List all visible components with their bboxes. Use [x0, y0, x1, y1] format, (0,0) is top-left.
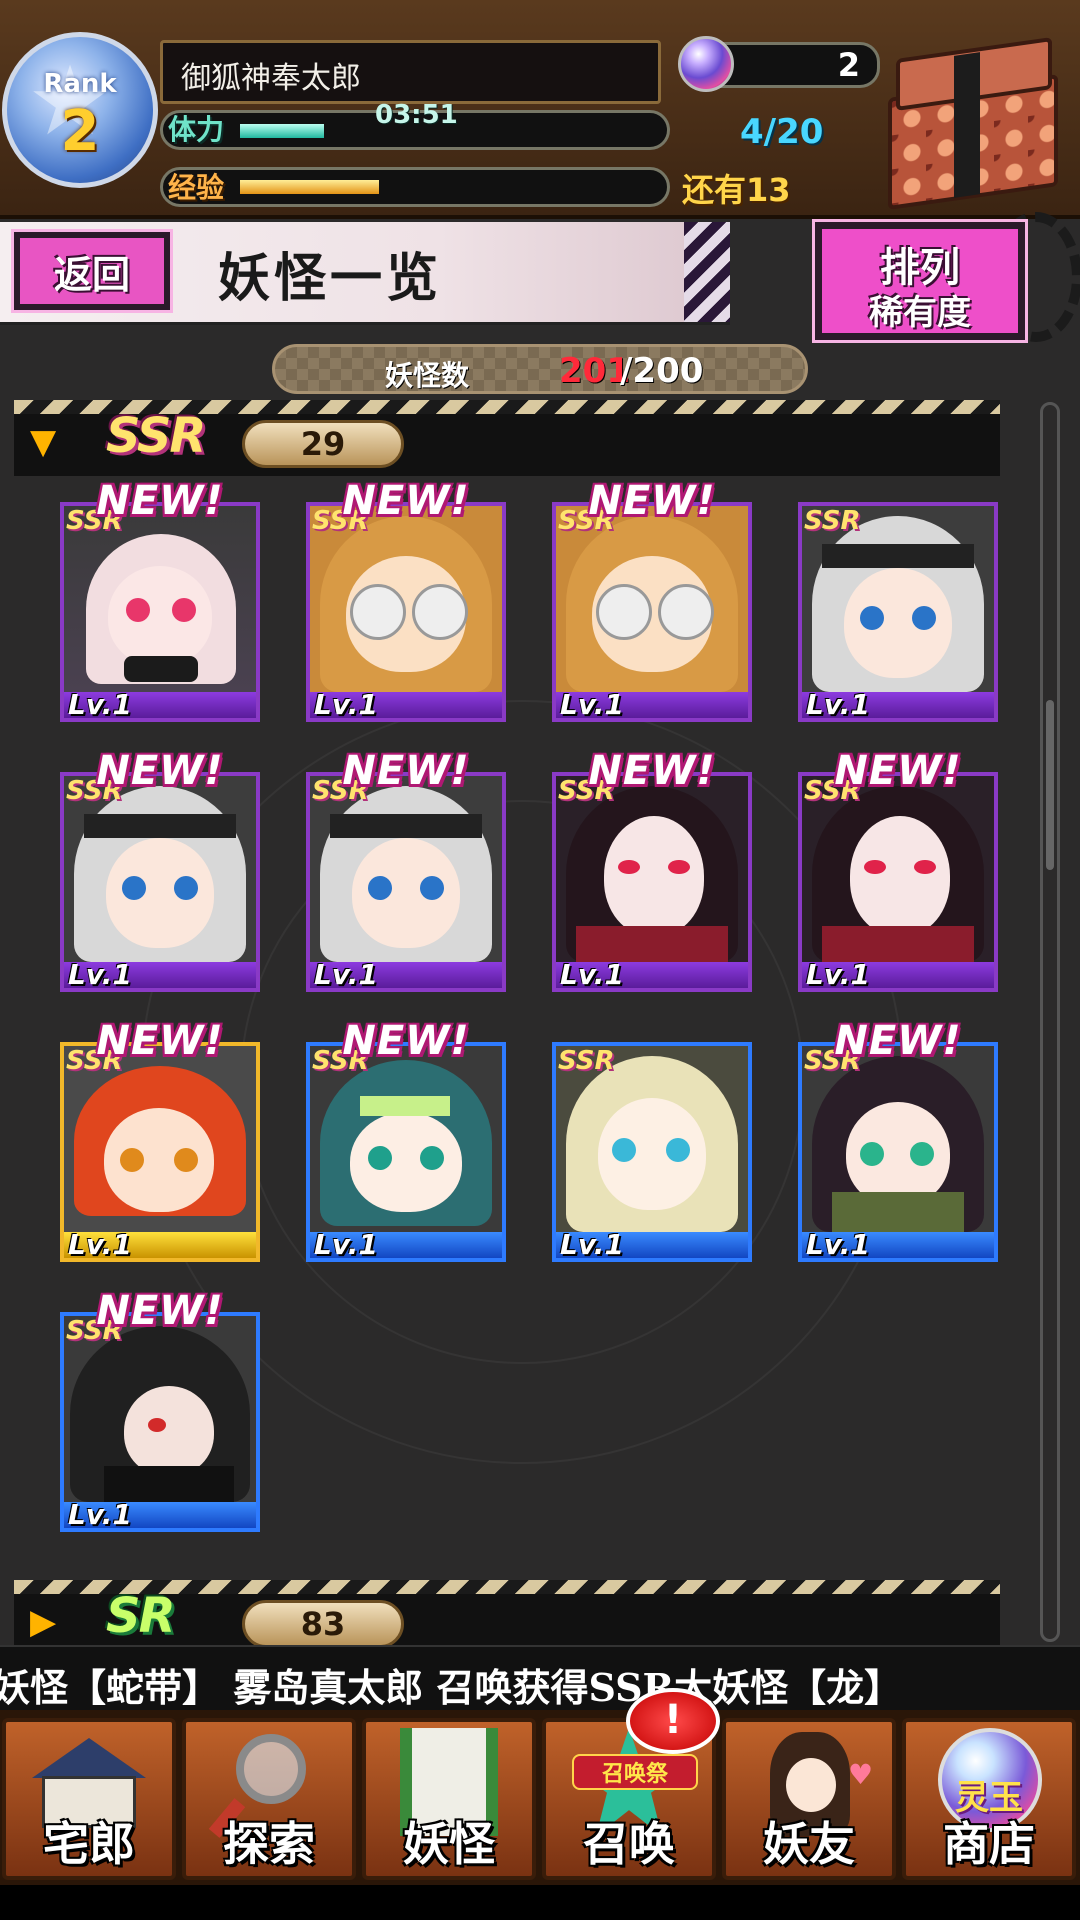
scrollbar-thumb[interactable] [1046, 700, 1054, 870]
exp-bar [160, 167, 670, 207]
yokai-card[interactable]: SSR Lv.1 [60, 772, 260, 992]
stamina-timer: 03:51 [375, 100, 458, 130]
card-level: Lv.1 [560, 958, 624, 991]
new-badge: NEW! [96, 1018, 224, 1064]
yokai-count: 妖怪数 201 /200 [272, 344, 808, 394]
card-level: Lv.1 [806, 958, 870, 991]
card-level: Lv.1 [314, 688, 378, 721]
yokai-card[interactable]: SSR Lv.1 [552, 502, 752, 722]
chest-strap [954, 52, 980, 198]
bottom-nav: 宅郎 探索 妖怪 召唤祭 召唤 ♥ 妖友 灵玉 商店 [0, 1710, 1080, 1885]
orb-count: 2 [837, 46, 860, 84]
new-badge: NEW! [834, 1018, 962, 1064]
stamina-count: 4/20 [740, 112, 824, 152]
player-name-box: 御狐神奉太郎 [160, 40, 661, 104]
nav-explore-label: 探索 [223, 1817, 315, 1871]
back-button[interactable]: 返回 [11, 229, 173, 313]
yokai-count-label: 妖怪数 [385, 359, 470, 392]
card-level: Lv.1 [314, 958, 378, 991]
back-button-label: 返回 [53, 252, 130, 297]
scrollbar[interactable] [1040, 402, 1060, 1642]
new-badge: NEW! [342, 748, 470, 794]
sort-button[interactable]: 排列 稀有度 [812, 219, 1028, 343]
sort-button-value: 稀有度 [869, 293, 971, 333]
yokai-card[interactable]: SSR Lv.1 [552, 1042, 752, 1262]
yokai-card[interactable]: SSR Lv.1 [798, 1042, 998, 1262]
ticker-text: 妖怪【蛇带】 雾岛真太郎 召唤获得SSR大妖怪【龙】 [0, 1665, 903, 1710]
nav-friends-label: 妖友 [763, 1817, 855, 1871]
nav-shop[interactable]: 灵玉 商店 [902, 1718, 1076, 1880]
nav-yokai[interactable]: 妖怪 [362, 1718, 536, 1880]
new-badge: NEW! [834, 748, 962, 794]
card-level: Lv.1 [560, 1228, 624, 1261]
card-rarity: SSR [558, 1046, 615, 1076]
yokai-card[interactable]: SSR Lv.1 [60, 1042, 260, 1262]
nav-summon-label: 召唤 [583, 1817, 675, 1871]
yokai-card[interactable]: SSR Lv.1 [306, 1042, 506, 1262]
banner-stripe [684, 222, 730, 322]
section-count: 29 [242, 420, 404, 468]
yokai-card[interactable]: SSR Lv.1 [60, 502, 260, 722]
yokai-list[interactable]: ▼ SSR 29 SSR Lv.1 NEW! SSR Lv.1 NEW! SSR… [0, 400, 1050, 1645]
yokai-card[interactable]: SSR Lv.1 [306, 502, 506, 722]
rank-value: 2 [60, 99, 100, 164]
nav-shop-label: 商店 [943, 1817, 1035, 1871]
card-level: Lv.1 [806, 688, 870, 721]
yokai-card[interactable]: SSR Lv.1 [306, 772, 506, 992]
rarity-emblem-ssr: SSR [106, 408, 206, 464]
collapse-arrow-icon: ▼ [30, 422, 57, 462]
page-title: 妖怪一览 [218, 248, 443, 309]
stamina-bar-fill [240, 124, 324, 138]
nav-home-label: 宅郎 [43, 1817, 135, 1871]
card-level: Lv.1 [68, 958, 132, 991]
rarity-emblem-sr: SR [106, 1588, 176, 1644]
rank-badge[interactable]: ★ Rank 2 [2, 32, 158, 188]
new-badge: NEW! [342, 478, 470, 524]
exp-remaining: 还有13 [682, 171, 791, 209]
yokai-card[interactable]: SSR Lv.1 [798, 502, 998, 722]
section-header-sr[interactable]: ▶ SR 83 [14, 1580, 1000, 1645]
new-badge: NEW! [588, 748, 716, 794]
treasure-chest-button[interactable] [882, 37, 1067, 210]
card-level: Lv.1 [560, 688, 624, 721]
card-level: Lv.1 [68, 1498, 132, 1531]
nav-yokai-label: 妖怪 [403, 1817, 495, 1871]
spirit-orb-icon [678, 36, 734, 92]
expand-arrow-icon: ▶ [30, 1602, 57, 1642]
new-badge: NEW! [96, 478, 224, 524]
new-badge: NEW! [588, 478, 716, 524]
new-badge: NEW! [96, 1288, 224, 1334]
bottom-edge [0, 1885, 1080, 1920]
exp-bar-fill [240, 180, 379, 194]
stamina-label: 体力 [168, 113, 225, 146]
card-rarity: SSR [804, 506, 861, 536]
yokai-card[interactable]: SSR Lv.1 [798, 772, 998, 992]
nav-explore[interactable]: 探索 [182, 1718, 356, 1880]
yokai-card[interactable]: SSR Lv.1 [60, 1312, 260, 1532]
news-ticker: 妖怪【蛇带】 雾岛真太郎 召唤获得SSR大妖怪【龙】 [0, 1645, 1080, 1714]
summon-alert-badge: ! [626, 1688, 720, 1754]
yokai-count-max: /200 [620, 351, 704, 391]
card-level: Lv.1 [314, 1228, 378, 1261]
player-name: 御狐神奉太郎 [181, 61, 361, 96]
section-header-ssr[interactable]: ▼ SSR 29 [14, 400, 1000, 476]
summon-festival-banner: 召唤祭 [572, 1754, 698, 1790]
exp-label: 经验 [168, 171, 225, 204]
card-level: Lv.1 [68, 688, 132, 721]
new-badge: NEW! [96, 748, 224, 794]
card-level: Lv.1 [68, 1228, 132, 1261]
yokai-card[interactable]: SSR Lv.1 [552, 772, 752, 992]
section-count: 83 [242, 1600, 404, 1645]
nav-friends[interactable]: ♥ 妖友 [722, 1718, 896, 1880]
rank-label: Rank [43, 69, 117, 99]
new-badge: NEW! [342, 1018, 470, 1064]
nav-home[interactable]: 宅郎 [2, 1718, 176, 1880]
card-level: Lv.1 [806, 1228, 870, 1261]
